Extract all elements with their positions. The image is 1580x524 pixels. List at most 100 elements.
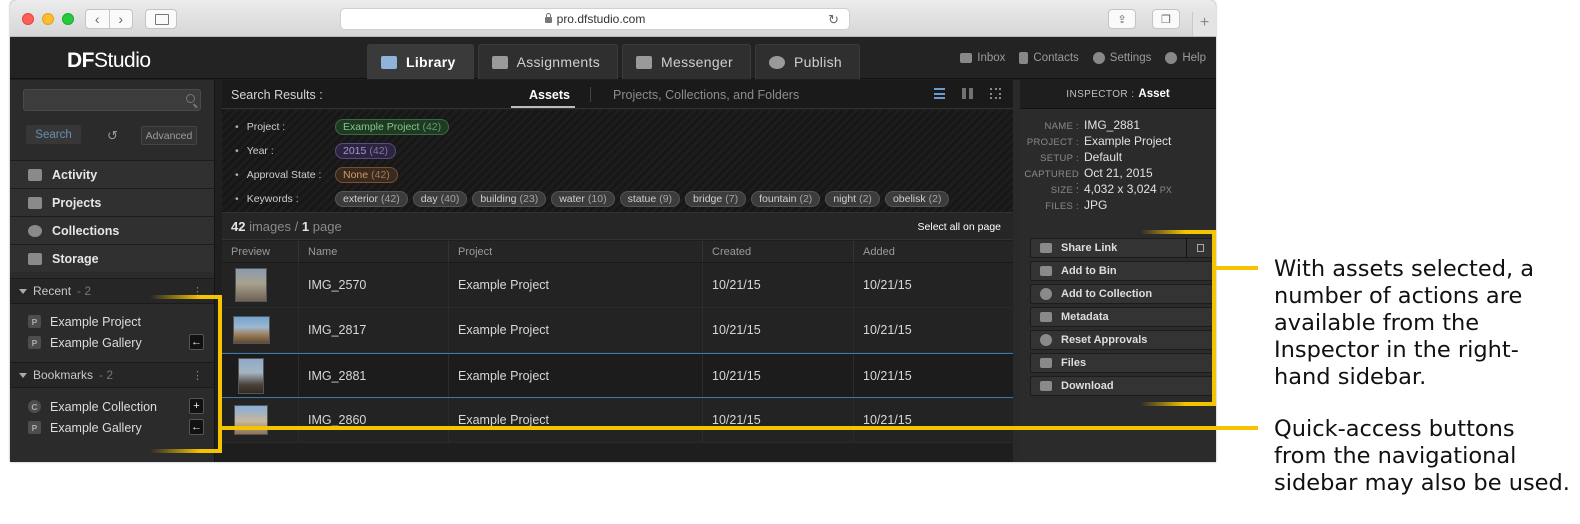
url-text: pro.dfstudio.com bbox=[556, 12, 646, 26]
forward-icon[interactable]: › bbox=[110, 10, 133, 28]
collection-badge-icon: C bbox=[28, 400, 41, 413]
keyword-pill[interactable]: water (10) bbox=[551, 191, 615, 207]
tab-library[interactable]: Library bbox=[367, 44, 474, 79]
app-logo[interactable]: DFStudio bbox=[67, 49, 151, 73]
search-button[interactable]: Search bbox=[25, 124, 82, 145]
grid-view-icon[interactable] bbox=[962, 88, 973, 99]
callout-bracket-inspector-bottom bbox=[1140, 402, 1216, 406]
column-header-project[interactable]: Project bbox=[449, 241, 703, 262]
filter-row-approval: Approval State : None(42) bbox=[235, 167, 398, 183]
sidebar-item-projects[interactable]: Projects bbox=[10, 188, 214, 216]
column-header-preview[interactable]: Preview bbox=[222, 241, 299, 262]
link-icon bbox=[1040, 243, 1052, 253]
reset-icon bbox=[1040, 334, 1052, 346]
tab-messenger[interactable]: Messenger bbox=[622, 44, 751, 79]
view-mode-switcher bbox=[934, 88, 1001, 99]
keyword-pill[interactable]: day (40) bbox=[412, 191, 468, 207]
sidebar-item-activity[interactable]: Activity bbox=[10, 160, 214, 188]
project-badge-icon: P bbox=[28, 315, 41, 328]
history-buttons: ‹ › bbox=[85, 9, 133, 29]
inbox-icon bbox=[960, 53, 973, 63]
gear-icon bbox=[1092, 52, 1105, 64]
filter-row-keywords: Keywords : exterior(42) day(40) building… bbox=[235, 191, 950, 207]
keyword-pill[interactable]: bridge (7) bbox=[685, 191, 747, 207]
keyword-pill[interactable]: statue (9) bbox=[619, 191, 681, 207]
active-tab-indicator bbox=[511, 106, 575, 108]
tab-assets[interactable]: Assets bbox=[529, 88, 570, 102]
results-count-bar: 42 images / 1 page Select all on page bbox=[222, 212, 1013, 240]
activity-icon bbox=[28, 168, 42, 181]
thumbnail-image[interactable] bbox=[238, 357, 264, 394]
table-row-selected[interactable]: IMG_2881 Example Project 10/21/15 10/21/… bbox=[222, 353, 1013, 398]
browser-titlebar: ‹ › pro.dfstudio.com ↻ ⇪ ❐ + bbox=[10, 0, 1216, 37]
keyword-pill[interactable]: obelisk (2) bbox=[884, 191, 950, 207]
filter-pill[interactable]: 2015 (42) bbox=[335, 143, 397, 159]
thumbnail-image[interactable] bbox=[234, 405, 268, 435]
publish-icon bbox=[768, 55, 785, 69]
address-bar[interactable]: pro.dfstudio.com ↻ bbox=[340, 8, 850, 30]
close-window-button[interactable] bbox=[22, 13, 34, 25]
panel-divider-scrollbar[interactable] bbox=[1013, 80, 1020, 462]
sidebar-search-input[interactable] bbox=[23, 89, 201, 111]
main-tabs: Library Assignments Messenger Publish bbox=[367, 44, 861, 79]
filter-row-year: Year : 2015(42) bbox=[235, 143, 397, 159]
select-all-link[interactable]: Select all on page bbox=[918, 221, 1001, 233]
help-link[interactable]: Help bbox=[1165, 52, 1206, 64]
project-badge-icon: P bbox=[28, 336, 41, 349]
callout-bracket-sidebar bbox=[142, 295, 222, 453]
keyword-pill[interactable]: building (23) bbox=[472, 191, 547, 207]
reload-icon[interactable]: ↻ bbox=[828, 12, 839, 28]
keyword-pill[interactable]: fountain (2) bbox=[751, 191, 821, 207]
results-count: 42 images / 1 page bbox=[231, 219, 342, 234]
tab-publish[interactable]: Publish bbox=[754, 44, 861, 79]
callout-bracket-sidebar-bottom bbox=[150, 449, 222, 453]
thumbnail-image[interactable] bbox=[235, 268, 267, 302]
results-panel: Search Results : Assets Projects, Collec… bbox=[222, 80, 1013, 462]
share-icon[interactable]: ⇪ bbox=[1108, 9, 1136, 29]
zoom-window-button[interactable] bbox=[62, 13, 74, 25]
table-row[interactable]: IMG_2570 Example Project 10/21/15 10/21/… bbox=[222, 263, 1013, 308]
fullscreen-icon[interactable] bbox=[990, 88, 1001, 99]
layers-icon bbox=[28, 196, 42, 209]
lock-icon bbox=[544, 13, 552, 23]
column-header-created[interactable]: Created bbox=[703, 241, 854, 262]
tab-assignments[interactable]: Assignments bbox=[477, 44, 619, 79]
new-tab-icon[interactable]: + bbox=[1192, 12, 1216, 36]
inbox-link[interactable]: Inbox bbox=[960, 52, 1005, 64]
reset-search-icon[interactable]: ↺ bbox=[107, 128, 118, 144]
tab-projects-collections-folders[interactable]: Projects, Collections, and Folders bbox=[613, 88, 799, 102]
inspector-title: INSPECTOR : Asset bbox=[1020, 80, 1216, 109]
results-header: Search Results : Assets Projects, Collec… bbox=[222, 80, 1013, 109]
search-filters: Project : Example Project(42) Year : 201… bbox=[222, 110, 1013, 212]
meta-row-name: NAME : IMG_2881 bbox=[1044, 118, 1141, 132]
sidebar-item-storage[interactable]: Storage bbox=[10, 244, 214, 272]
filter-pill[interactable]: Example Project (42) bbox=[335, 119, 450, 135]
contacts-link[interactable]: Contacts bbox=[1019, 52, 1079, 64]
library-icon bbox=[381, 55, 397, 69]
filter-row-project: Project : Example Project(42) bbox=[235, 119, 450, 135]
list-view-icon[interactable] bbox=[934, 88, 945, 99]
column-header-added[interactable]: Added bbox=[854, 241, 1013, 262]
minimize-window-button[interactable] bbox=[42, 13, 54, 25]
back-icon[interactable]: ‹ bbox=[86, 10, 110, 28]
sidebar-item-collections[interactable]: Collections bbox=[10, 216, 214, 244]
tab-divider bbox=[590, 87, 591, 102]
callout-leader-sidebar bbox=[218, 426, 1258, 430]
asset-metadata: NAME : IMG_2881 PROJECT : Example Project … bbox=[1020, 118, 1216, 214]
tabs-overview-icon[interactable]: ❐ bbox=[1152, 9, 1180, 29]
callout-bracket-sidebar-top bbox=[150, 295, 222, 299]
filter-pill[interactable]: None (42) bbox=[335, 167, 398, 183]
meta-row-size: SIZE :4,032 x 3,024 PX bbox=[1050, 182, 1172, 196]
table-row[interactable]: IMG_2817 Example Project 10/21/15 10/21/… bbox=[222, 308, 1013, 353]
table-row[interactable]: IMG_2860 Example Project 10/21/15 10/21/… bbox=[222, 398, 1013, 443]
stage: ‹ › pro.dfstudio.com ↻ ⇪ ❐ + DFStudio Li… bbox=[0, 0, 1580, 524]
thumbnail-image[interactable] bbox=[233, 316, 270, 344]
collection-icon bbox=[1040, 288, 1052, 300]
settings-link[interactable]: Settings bbox=[1092, 52, 1151, 64]
sidebar-toggle-icon[interactable] bbox=[145, 9, 177, 29]
messenger-icon bbox=[636, 55, 653, 69]
keyword-pill[interactable]: exterior (42) bbox=[335, 191, 408, 207]
advanced-search-button[interactable]: Advanced bbox=[141, 126, 197, 145]
column-header-name[interactable]: Name bbox=[299, 241, 449, 262]
keyword-pill[interactable]: night (2) bbox=[825, 191, 880, 207]
